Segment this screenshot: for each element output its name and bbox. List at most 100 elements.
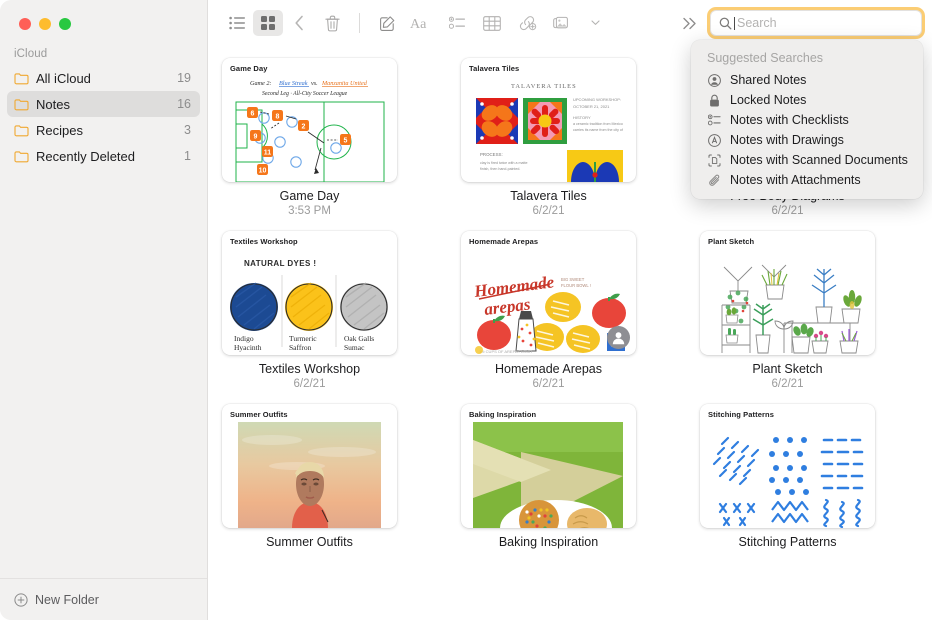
list-item[interactable]: Stitching Patterns Stitching Patterns [700, 404, 875, 551]
svg-text:Hyacinth: Hyacinth [234, 343, 262, 352]
sidebar-item-recently-deleted[interactable]: Recently Deleted 1 [7, 143, 200, 169]
svg-text:Game 2:: Game 2: [250, 80, 271, 87]
svg-text:8: 8 [276, 114, 280, 121]
sidebar-item-count: 19 [177, 71, 191, 85]
sidebar-item-label: Recipes [36, 122, 83, 138]
svg-text:1½ CUPS OF AREPA FLOUR: 1½ CUPS OF AREPA FLOUR [479, 349, 532, 354]
note-thumbnail[interactable]: Baking Inspiration [461, 404, 636, 528]
minimize-button[interactable] [39, 18, 51, 30]
suggestion-locked-notes[interactable]: Locked Notes [691, 90, 923, 110]
suggestion-notes-with-attachments[interactable]: Notes with Attachments [691, 170, 923, 190]
paperclip-icon [707, 174, 722, 187]
note-thumbnail[interactable]: Game Day Game 2: Blue Streak vs. Manzani… [222, 58, 397, 182]
list-item[interactable]: Plant Sketch Plant Sketch 6/2/21 [700, 231, 875, 390]
sidebar: iCloud All iCloud 19 Notes 16 Recipes 3 … [0, 0, 208, 620]
note-thumbnail[interactable]: Summer Outfits [222, 404, 397, 528]
search-placeholder: Search [734, 16, 777, 30]
sidebar-item-notes[interactable]: Notes 16 [7, 91, 200, 117]
trash-icon[interactable] [315, 10, 349, 36]
note-date: 6/2/21 [293, 378, 326, 390]
note-title: Game Day [279, 189, 340, 203]
note-thumb-header: Talavera Tiles [469, 64, 520, 73]
list-item[interactable]: Textiles Workshop NATURAL DYES ! Indigo … [222, 231, 397, 390]
folder-icon [14, 150, 29, 163]
chevron-down-icon[interactable] [580, 10, 610, 36]
svg-text:a ceramic tradition from Mexic: a ceramic tradition from Mexico [573, 122, 623, 126]
zoom-button[interactable] [59, 18, 71, 30]
back-chevron-icon[interactable] [284, 10, 314, 36]
traffic-lights [0, 0, 207, 30]
suggestion-notes-with-checklists[interactable]: Notes with Checklists [691, 110, 923, 130]
svg-text:2: 2 [302, 124, 306, 131]
note-thumbnail[interactable]: Stitching Patterns [700, 404, 875, 528]
list-item[interactable]: Talavera Tiles TALAVERA TILES UPCOMING W… [461, 58, 636, 217]
compose-icon[interactable] [370, 10, 404, 36]
new-folder-button[interactable]: New Folder [0, 578, 207, 620]
note-thumbnail[interactable]: Textiles Workshop NATURAL DYES ! Indigo … [222, 231, 397, 355]
suggestion-label: Locked Notes [730, 93, 807, 107]
svg-text:Turmeric: Turmeric [289, 334, 317, 343]
sidebar-section-label: iCloud [14, 48, 48, 60]
svg-text:FLOUR BOWL !: FLOUR BOWL ! [561, 283, 591, 288]
suggestion-notes-with-scanned-documents[interactable]: Notes with Scanned Documents [691, 150, 923, 170]
note-thumbnail[interactable]: Talavera Tiles TALAVERA TILES UPCOMING W… [461, 58, 636, 182]
overflow-icon[interactable] [675, 10, 705, 36]
sidebar-item-label: All iCloud [36, 70, 91, 86]
folder-list: All iCloud 19 Notes 16 Recipes 3 Recentl… [0, 65, 207, 169]
note-thumb-header: Baking Inspiration [469, 410, 537, 419]
list-item[interactable]: Baking Inspiration Baking Inspiration [461, 404, 636, 551]
sidebar-item-all-icloud[interactable]: All iCloud 19 [7, 65, 200, 91]
suggestion-label: Notes with Drawings [730, 133, 844, 147]
checklist-icon[interactable] [440, 10, 474, 36]
svg-text:6: 6 [251, 111, 255, 118]
note-title: Talavera Tiles [510, 189, 587, 203]
svg-text:UPCOMING WORKSHOP:: UPCOMING WORKSHOP: [573, 97, 621, 102]
gallery-view-icon[interactable] [253, 10, 283, 36]
media-icon[interactable] [545, 10, 579, 36]
note-date: 6/2/21 [771, 378, 804, 390]
sidebar-item-recipes[interactable]: Recipes 3 [7, 117, 200, 143]
toolbar-divider [359, 13, 360, 33]
svg-text:Oak Galls: Oak Galls [344, 334, 374, 343]
svg-text:Saffron: Saffron [289, 343, 312, 352]
suggested-searches-title: Suggested Searches [707, 51, 824, 65]
close-button[interactable] [19, 18, 31, 30]
suggestion-label: Shared Notes [730, 73, 807, 87]
search-input[interactable]: Search [710, 10, 922, 36]
link-icon[interactable] [510, 10, 544, 36]
note-thumb-header: Homemade Arepas [469, 237, 539, 246]
note-title: Stitching Patterns [738, 535, 837, 549]
note-thumbnail[interactable]: Homemade Arepas Homemade arepas BIG SWEE… [461, 231, 636, 355]
suggestion-notes-with-drawings[interactable]: Notes with Drawings [691, 130, 923, 150]
note-thumb-header: Plant Sketch [708, 237, 755, 246]
svg-text:Sumac: Sumac [344, 343, 365, 352]
list-item[interactable]: Homemade Arepas Homemade arepas BIG SWEE… [461, 231, 636, 390]
svg-text:vs.: vs. [311, 80, 318, 87]
svg-text:Indigo: Indigo [234, 334, 254, 343]
svg-text:Second Leg · All-City Soccer L: Second Leg · All-City Soccer League [262, 91, 348, 97]
list-item[interactable]: Game Day Game 2: Blue Streak vs. Manzani… [222, 58, 397, 217]
svg-text:Aa: Aa [410, 17, 427, 31]
note-thumbnail[interactable]: Plant Sketch [700, 231, 875, 355]
sidebar-item-label: Notes [36, 96, 70, 112]
folder-icon [14, 124, 29, 137]
list-item[interactable]: Summer Outfits Summer Outfits [222, 404, 397, 551]
table-icon[interactable] [475, 10, 509, 36]
svg-text:clay is fired twice with a mat: clay is fired twice with a matte [480, 161, 528, 165]
shared-person-icon [707, 73, 722, 87]
portrait-photo [222, 422, 397, 528]
note-thumb-header: Stitching Patterns [708, 410, 774, 419]
checklist-icon [707, 114, 722, 126]
main-area: Aa Search Game Day Game 2: Blue Streak v… [208, 0, 932, 620]
svg-text:PROCESS:: PROCESS: [480, 152, 503, 157]
svg-text:11: 11 [264, 150, 272, 157]
list-view-icon[interactable] [222, 10, 252, 36]
note-title: Textiles Workshop [258, 362, 361, 376]
sidebar-item-label: Recently Deleted [36, 148, 135, 164]
note-date: 6/2/21 [532, 205, 565, 217]
suggestion-shared-notes[interactable]: Shared Notes [691, 70, 923, 90]
format-text-icon[interactable]: Aa [405, 10, 439, 36]
note-thumb-header: Textiles Workshop [230, 237, 298, 246]
suggested-searches-popover: Suggested Searches Shared Notes Locked N… [691, 40, 923, 199]
folder-icon [14, 98, 29, 111]
